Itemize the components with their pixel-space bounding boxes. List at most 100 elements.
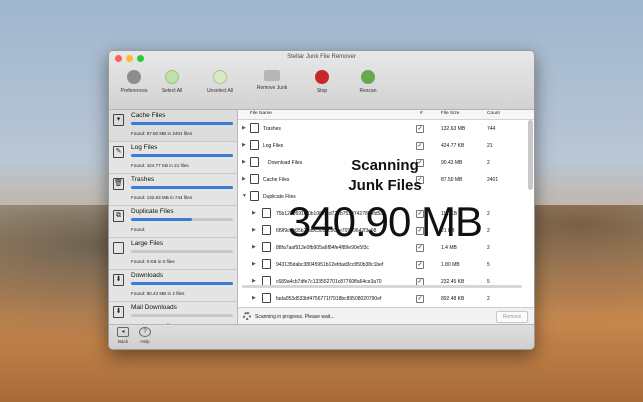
remove-junk-button[interactable]: Remove Junk bbox=[247, 67, 297, 91]
table-row[interactable]: ▼ Duplicate Files bbox=[238, 188, 526, 205]
window-title: Stellar Junk File Remover bbox=[287, 54, 356, 60]
file-icon bbox=[262, 242, 271, 252]
column-count[interactable]: Count bbox=[487, 111, 500, 116]
row-count: 2 bbox=[487, 296, 490, 302]
sidebar-item-label: Trashes bbox=[131, 176, 155, 183]
duplicate-icon: ⧉ bbox=[113, 210, 124, 222]
help-button[interactable]: ? Help bbox=[135, 327, 155, 344]
status-bar: Scanning in progress. Please wait... Rem… bbox=[238, 307, 534, 325]
sidebar-item-found: Found: 0 KB in 0 files bbox=[131, 259, 175, 264]
results-table: File Name # File Size Count ▶ Trashes ✓ … bbox=[238, 110, 534, 325]
mail-download-icon: ⬇ bbox=[113, 306, 124, 318]
rescan-icon bbox=[361, 70, 375, 84]
back-icon: ◂ bbox=[117, 327, 129, 337]
row-size: 87.50 MB bbox=[441, 177, 463, 183]
expand-arrow-icon[interactable]: ▶ bbox=[252, 210, 256, 216]
table-row[interactable]: ▶ 943135dabc38045951b12efdad3cc850b38c1b… bbox=[238, 256, 526, 273]
expand-arrow-icon[interactable]: ▶ bbox=[242, 159, 246, 165]
horizontal-scrollbar[interactable] bbox=[242, 285, 522, 288]
row-checkbox[interactable]: ✓ bbox=[416, 227, 424, 235]
spinner-icon bbox=[243, 312, 251, 320]
row-count: 2 bbox=[487, 211, 490, 217]
sidebar-item-found: Found: 90.43 MB in 2 files bbox=[131, 291, 185, 296]
select-all-button[interactable]: Select All bbox=[147, 67, 197, 94]
row-name: Download Files bbox=[268, 160, 303, 166]
progress-bar bbox=[131, 314, 233, 317]
download-icon bbox=[250, 157, 259, 167]
table-row[interactable]: ▶ Cache Files ✓ 87.50 MB 2401 bbox=[238, 171, 526, 188]
rescan-label: Rescan bbox=[359, 88, 377, 94]
expand-arrow-icon[interactable]: ▶ bbox=[242, 176, 246, 182]
sidebar-item-cache-files[interactable]: ▾ Cache Files Found: 87.50 MB in 2401 fi… bbox=[109, 110, 237, 142]
sidebar-item-trashes[interactable]: 🗑 Trashes Found: 132.63 MB in 744 files bbox=[109, 174, 237, 206]
table-row[interactable]: ▶ 88fa7aaf913e0fb905a6f84fe4f89e90e5f3c … bbox=[238, 239, 526, 256]
sidebar-item-label: Mail Downloads bbox=[131, 304, 177, 311]
row-checkbox[interactable]: ✓ bbox=[416, 142, 424, 150]
expand-arrow-icon[interactable]: ▶ bbox=[252, 244, 256, 250]
download-icon: ⬇ bbox=[113, 274, 124, 286]
expand-arrow-icon[interactable]: ▶ bbox=[252, 278, 256, 284]
row-checkbox[interactable]: ✓ bbox=[416, 159, 424, 167]
sidebar: ▾ Cache Files Found: 87.50 MB in 2401 fi… bbox=[109, 110, 238, 334]
table-row[interactable]: ▶ 6f9f9c4b05b23a9c3051c900e70959642f3c08… bbox=[238, 222, 526, 239]
column-file-name[interactable]: File Name bbox=[250, 111, 272, 116]
status-text: Scanning in progress. Please wait... bbox=[255, 314, 335, 320]
row-name: Log Files bbox=[263, 143, 284, 149]
remove-button[interactable]: Remove bbox=[496, 311, 528, 323]
stop-label: Stop bbox=[316, 88, 328, 94]
row-name: 6f9f9c4b05b23a9c3051c900e70959642f3c08 bbox=[276, 228, 377, 234]
row-count: 2 bbox=[487, 228, 490, 234]
row-checkbox[interactable]: ✓ bbox=[416, 295, 424, 303]
sidebar-item-large-files[interactable]: Large Files Found: 0 KB in 0 files bbox=[109, 238, 237, 270]
check-icon bbox=[165, 70, 179, 84]
row-size: 892.48 KB bbox=[441, 296, 465, 302]
table-row[interactable]: ▶ Trashes ✓ 132.63 MB 744 bbox=[238, 120, 526, 137]
table-row[interactable]: ▶ Log Files ✓ 424.77 KB 21 bbox=[238, 137, 526, 154]
row-checkbox[interactable]: ✓ bbox=[416, 125, 424, 133]
back-label: Back bbox=[117, 339, 128, 344]
row-size: 424.77 KB bbox=[441, 143, 465, 149]
cache-icon: ▾ bbox=[113, 114, 124, 126]
log-icon: ✎ bbox=[113, 146, 124, 158]
row-checkbox[interactable]: ✓ bbox=[416, 210, 424, 218]
sidebar-item-label: Log Files bbox=[131, 144, 158, 151]
row-checkbox[interactable]: ✓ bbox=[416, 176, 424, 184]
expand-arrow-icon[interactable]: ▶ bbox=[252, 227, 256, 233]
file-icon bbox=[262, 225, 271, 235]
progress-bar bbox=[131, 218, 233, 221]
row-size: 90.43 MB bbox=[441, 160, 463, 166]
progress-bar bbox=[131, 122, 233, 125]
expand-arrow-icon[interactable]: ▶ bbox=[242, 142, 246, 148]
file-icon bbox=[262, 293, 271, 303]
help-icon: ? bbox=[139, 327, 151, 337]
row-count: 744 bbox=[487, 126, 496, 132]
table-row[interactable]: ▶ 75b12106910f0b106f64d72eb75397427884fd… bbox=[238, 205, 526, 222]
back-button[interactable]: ◂ Back bbox=[113, 327, 133, 344]
column-check[interactable]: # bbox=[420, 111, 423, 116]
expand-arrow-icon[interactable]: ▶ bbox=[252, 295, 256, 301]
row-checkbox[interactable]: ✓ bbox=[416, 244, 424, 252]
sidebar-item-log-files[interactable]: ✎ Log Files Found: 424.77 KB in 21 files bbox=[109, 142, 237, 174]
sidebar-item-downloads[interactable]: ⬇ Downloads Found: 90.43 MB in 2 files bbox=[109, 270, 237, 302]
table-row[interactable]: ▶ Download Files ✓ 90.43 MB 2 bbox=[238, 154, 526, 171]
sidebar-item-label: Duplicate Files bbox=[131, 208, 174, 215]
row-name: Trashes bbox=[263, 126, 281, 132]
row-count: 2401 bbox=[487, 177, 499, 183]
column-file-size[interactable]: File Size bbox=[441, 111, 459, 116]
expand-arrow-icon[interactable]: ▶ bbox=[242, 125, 246, 131]
rescan-button[interactable]: Rescan bbox=[343, 67, 393, 94]
sidebar-item-duplicate-files[interactable]: ⧉ Duplicate Files Found: bbox=[109, 206, 237, 238]
help-label: Help bbox=[140, 339, 150, 344]
stop-button[interactable]: Stop bbox=[297, 67, 347, 94]
remove-junk-icon bbox=[264, 70, 280, 81]
vertical-scrollbar[interactable] bbox=[528, 120, 533, 190]
file-icon bbox=[262, 208, 271, 218]
stop-icon bbox=[315, 70, 329, 84]
expand-arrow-icon[interactable]: ▶ bbox=[252, 261, 256, 267]
row-checkbox[interactable]: ✓ bbox=[416, 261, 424, 269]
collapse-arrow-icon[interactable]: ▼ bbox=[242, 193, 247, 199]
table-row[interactable]: ▶ fada053d533bf4756771f7918bc89508020790… bbox=[238, 290, 526, 307]
progress-bar bbox=[131, 186, 233, 189]
row-count: 2 bbox=[487, 160, 490, 166]
unselect-all-button[interactable]: Unselect All bbox=[195, 67, 245, 94]
